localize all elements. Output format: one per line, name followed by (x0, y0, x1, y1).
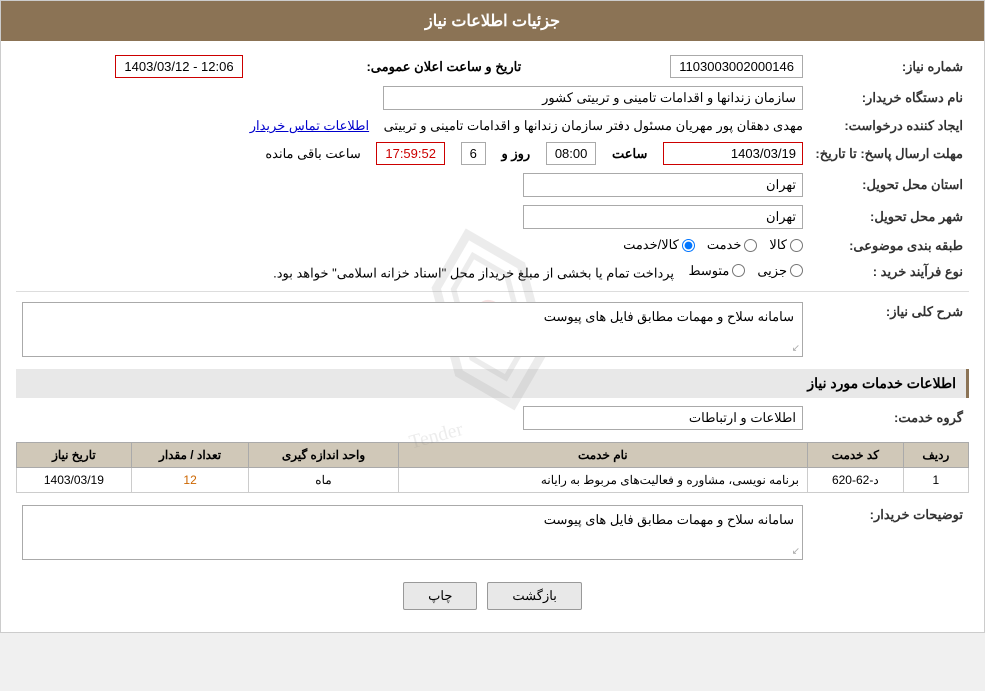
services-section-header: اطلاعات خدمات مورد نیاز (16, 369, 969, 398)
col-header-unit: واحد اندازه گیری (249, 443, 398, 468)
buyer-desc-textarea[interactable]: سامانه سلاح و مهمات مطابق فایل های پیوست… (22, 505, 803, 560)
purchase-type-radio-motovaset[interactable] (732, 264, 745, 277)
buyer-desc-label: توضیحات خریدار: (809, 501, 969, 564)
deadline-clock: 17:59:52 (376, 142, 445, 165)
category-option-kala-khedmat[interactable]: کالا/خدمت (623, 237, 695, 253)
cell-name: برنامه نویسی، مشاوره و فعالیت‌های مربوط … (398, 468, 807, 493)
requester-label: ایجاد کننده درخواست: (809, 114, 969, 138)
buyer-desc-value: سامانه سلاح و مهمات مطابق فایل های پیوست (544, 512, 794, 527)
city-label: شهر محل تحویل: (809, 201, 969, 233)
description-textarea[interactable]: سامانه سلاح و مهمات مطابق فایل های پیوست… (22, 302, 803, 357)
category-option-kala[interactable]: کالا (769, 237, 803, 253)
city-value: تهران (523, 205, 803, 229)
remaining-label: ساعت باقی مانده (265, 146, 360, 162)
purchase-type-jozi[interactable]: جزیی (757, 263, 803, 279)
cell-code: د-62-620 (807, 468, 903, 493)
col-header-name: نام خدمت (398, 443, 807, 468)
service-group-label: گروه خدمت: (809, 402, 969, 434)
cell-row: 1 (903, 468, 968, 493)
org-name-value: سازمان زندانها و اقدامات تامینی و تربیتی… (383, 86, 803, 110)
purchase-type-radio-group: جزیی متوسط (688, 263, 803, 279)
category-label-kala: کالا (769, 237, 787, 253)
print-button[interactable]: چاپ (403, 582, 477, 610)
category-radio-khedmat[interactable] (744, 239, 757, 252)
purchase-type-label: نوع فرآیند خرید : (809, 259, 969, 286)
category-option-khedmat[interactable]: خدمت (707, 237, 758, 253)
back-button[interactable]: بازگشت (487, 582, 581, 610)
purchase-type-note: پرداخت تمام یا بخشی از مبلغ خریداز محل "… (273, 265, 674, 280)
days-label: روز و (501, 146, 530, 162)
category-label-kala-khedmat: کالا/خدمت (623, 237, 679, 253)
announcement-datetime-label: تاریخ و ساعت اعلان عمومی: (249, 51, 528, 82)
col-header-quantity: تعداد / مقدار (131, 443, 249, 468)
deadline-days: 6 (461, 142, 486, 165)
category-radio-kala[interactable] (790, 239, 803, 252)
table-row: 1 د-62-620 برنامه نویسی، مشاوره و فعالیت… (17, 468, 969, 493)
purchase-type-label-motovaset: متوسط (688, 263, 729, 279)
cell-quantity: 12 (131, 468, 249, 493)
purchase-type-radio-jozi[interactable] (790, 264, 803, 277)
deadline-label: مهلت ارسال پاسخ: تا تاریخ: (809, 138, 969, 169)
col-header-code: کد خدمت (807, 443, 903, 468)
purchase-type-label-jozi: جزیی (757, 263, 787, 279)
col-header-row: ردیف (903, 443, 968, 468)
category-radio-kala-khedmat[interactable] (682, 239, 695, 252)
col-header-date: تاریخ نیاز (17, 443, 132, 468)
description-label: شرح کلی نیاز: (809, 298, 969, 361)
time-label: ساعت (612, 146, 647, 162)
request-number-label: شماره نیاز: (809, 51, 969, 82)
purchase-type-motovaset[interactable]: متوسط (688, 263, 745, 279)
province-value: تهران (523, 173, 803, 197)
province-label: استان محل تحویل: (809, 169, 969, 201)
category-label-khedmat: خدمت (707, 237, 742, 253)
requester-contact-link[interactable]: اطلاعات تماس خریدار (250, 118, 369, 133)
deadline-time: 08:00 (546, 142, 597, 165)
announcement-datetime-value: 1403/03/12 - 12:06 (115, 55, 242, 78)
category-label: طبقه بندی موضوعی: (809, 233, 969, 259)
deadline-date: 1403/03/19 (663, 142, 803, 165)
footer-buttons: بازگشت چاپ (16, 570, 969, 622)
category-radio-group: کالا خدمت کالا/خدمت (623, 237, 803, 253)
requester-value: مهدی دهقان پور مهریان مسئول دفتر سازمان … (384, 118, 803, 133)
cell-date: 1403/03/19 (17, 468, 132, 493)
request-number-value: 1103003002000146 (670, 55, 803, 78)
description-value: سامانه سلاح و مهمات مطابق فایل های پیوست (544, 309, 794, 324)
org-name-label: نام دستگاه خریدار: (809, 82, 969, 114)
services-table: ردیف کد خدمت نام خدمت واحد اندازه گیری ت… (16, 442, 969, 493)
divider-1 (16, 291, 969, 292)
cell-unit: ماه (249, 468, 398, 493)
service-group-value: اطلاعات و ارتباطات (523, 406, 803, 430)
page-title: جزئیات اطلاعات نیاز (1, 1, 984, 41)
